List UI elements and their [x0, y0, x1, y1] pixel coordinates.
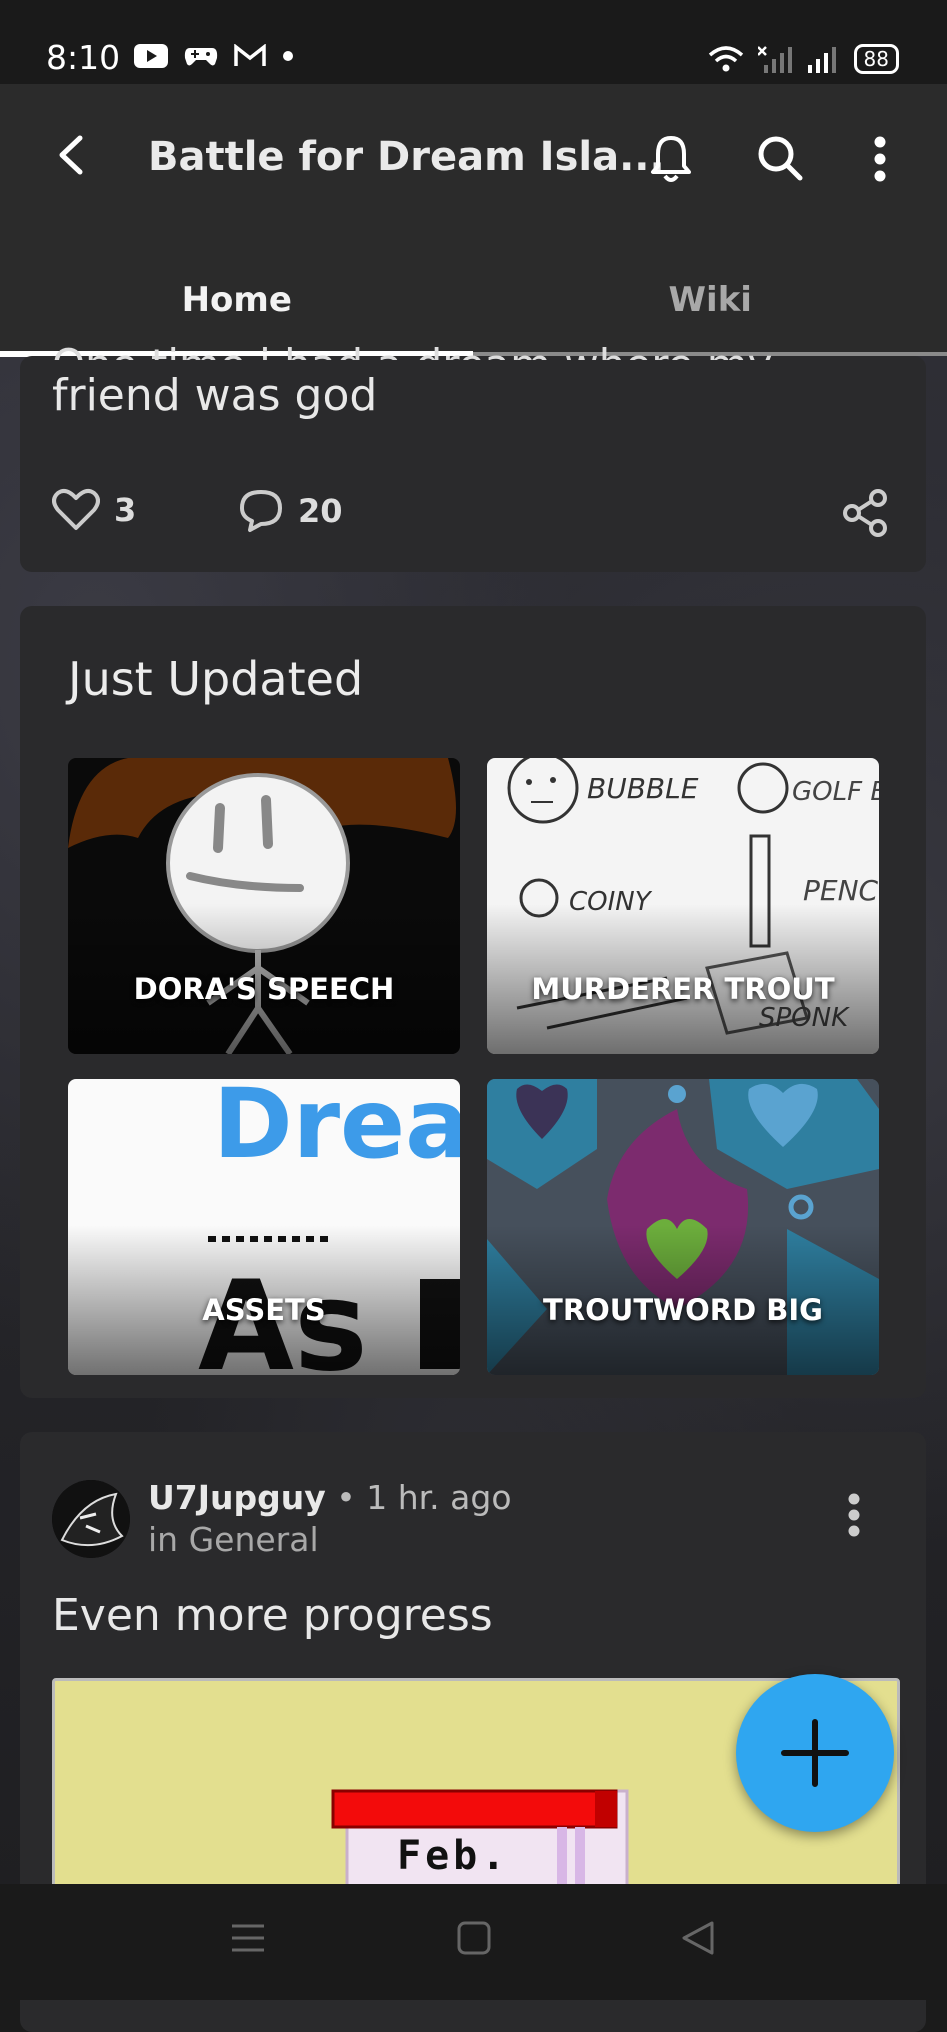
signal-icon	[806, 45, 840, 73]
like-button[interactable]: 3	[52, 488, 136, 532]
comment-button[interactable]: 20	[238, 488, 343, 534]
post-title: Even more progress	[52, 1590, 493, 1641]
wiki-tile-troutword-big[interactable]: TROUTWORD BIG	[487, 1079, 879, 1375]
home-icon[interactable]	[456, 1920, 492, 1956]
share-icon[interactable]	[840, 488, 890, 538]
status-system-icons: 88	[708, 44, 899, 74]
post-text: friend was god	[52, 370, 377, 421]
battery-indicator: 88	[854, 44, 899, 74]
comment-icon	[238, 488, 284, 534]
bell-icon[interactable]	[648, 134, 694, 184]
plus-icon	[736, 1674, 894, 1832]
comment-count: 20	[298, 492, 343, 530]
post-category[interactable]: in General	[148, 1520, 319, 1559]
avatar-image	[52, 1480, 130, 1558]
status-bar: 8:10 88	[0, 0, 947, 84]
tile-label: TROUTWORD BIG	[487, 1293, 879, 1327]
svg-text:PENC: PENC	[803, 874, 879, 907]
like-count: 3	[114, 491, 136, 529]
system-nav-bar	[0, 1884, 947, 2000]
back-triangle-icon[interactable]	[680, 1920, 716, 1956]
back-arrow-icon[interactable]	[48, 130, 98, 180]
post-text-clipped: One time i had a dream where my	[52, 340, 773, 360]
post-author[interactable]: U7Jupguy	[148, 1478, 326, 1517]
tile-label: DORA'S SPEECH	[68, 972, 460, 1006]
create-post-button[interactable]	[736, 1674, 894, 1832]
wiki-tile-assets[interactable]: Drear As ASSETS	[68, 1079, 460, 1375]
svg-text:Drear: Drear	[213, 1079, 460, 1180]
community-title: Battle for Dream Isla...	[148, 134, 665, 180]
tile-label: ASSETS	[68, 1293, 460, 1327]
status-time: 8:10	[46, 38, 120, 77]
youtube-icon	[134, 44, 168, 68]
recent-apps-icon[interactable]	[230, 1920, 266, 1956]
post-author-line: U7Jupguy • 1 hr. ago	[148, 1478, 512, 1517]
dot-icon	[282, 50, 294, 62]
app-bar: Battle for Dream Isla... Home Wiki	[0, 84, 947, 354]
avatar[interactable]	[52, 1480, 130, 1558]
wiki-tile-murderer-trout[interactable]: BUBBLE GOLF B COINY PENC SPONK MURDERER …	[487, 758, 879, 1054]
post-more-icon[interactable]	[844, 1492, 864, 1538]
gmail-icon	[234, 44, 266, 68]
just-updated-title: Just Updated	[68, 652, 363, 706]
gamepad-icon	[184, 44, 218, 68]
status-notification-icons	[134, 44, 294, 68]
svg-text:GOLF B: GOLF B	[792, 777, 879, 807]
more-options-icon[interactable]	[870, 134, 890, 184]
post-image-text: Feb.	[397, 1833, 509, 1879]
wifi-icon	[708, 45, 744, 73]
heart-icon	[52, 488, 100, 532]
signal-no-service-icon	[758, 45, 792, 73]
svg-text:BUBBLE: BUBBLE	[587, 772, 699, 805]
search-icon[interactable]	[756, 134, 804, 182]
wiki-tile-doras-speech[interactable]: DORA'S SPEECH	[68, 758, 460, 1054]
post-time: • 1 hr. ago	[336, 1478, 511, 1517]
tile-label: MURDERER TROUT	[487, 972, 879, 1006]
